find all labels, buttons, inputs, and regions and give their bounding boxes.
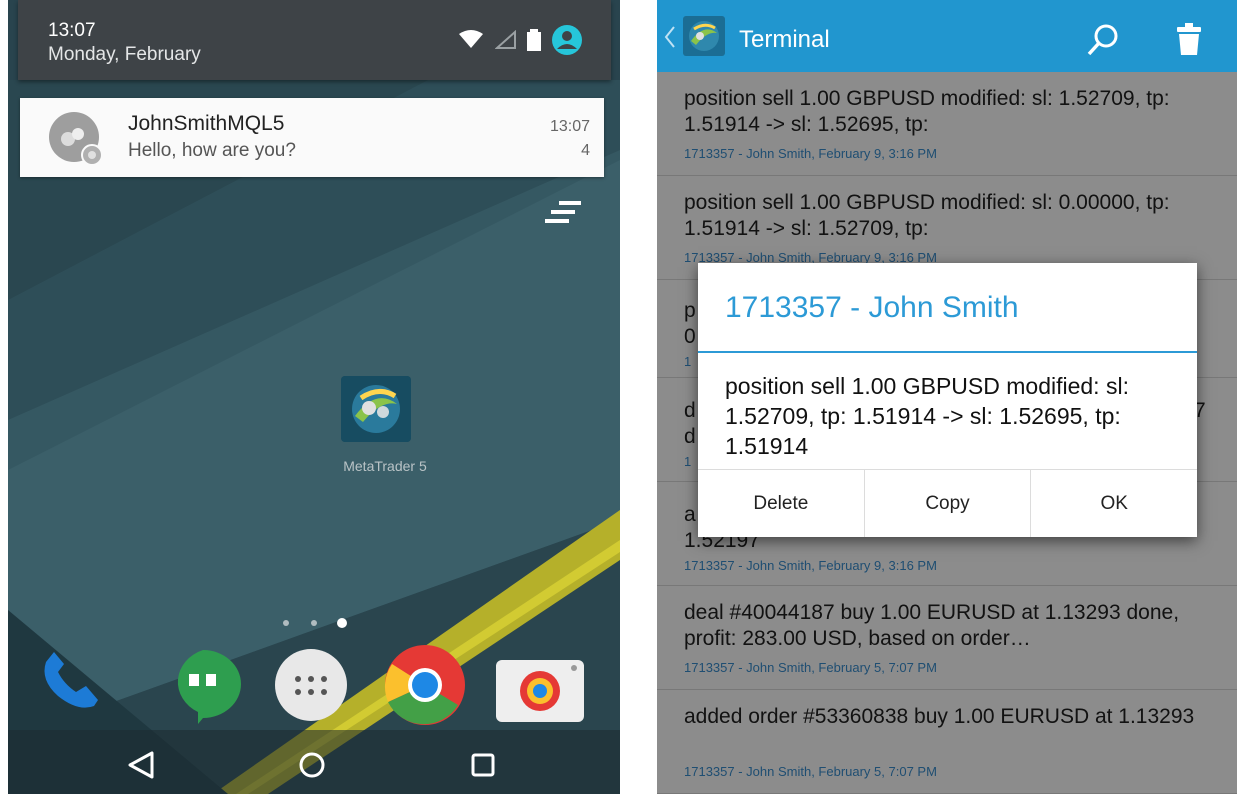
navigation-bar — [8, 730, 620, 794]
app-dock — [44, 645, 584, 725]
app-drawer-icon[interactable] — [275, 649, 347, 721]
dialog-divider — [698, 351, 1197, 353]
avatar — [49, 112, 103, 166]
message-notification[interactable]: JohnSmithMQL5 Hello, how are you? 13:07 … — [20, 98, 604, 177]
dialog-button-row: Delete Copy OK — [698, 469, 1197, 537]
metatrader-app-shortcut[interactable]: MetaTrader 5 — [326, 376, 440, 476]
trash-icon[interactable] — [1175, 22, 1203, 56]
notification-sender: JohnSmithMQL5 — [128, 112, 285, 135]
dialog-title: 1713357 - John Smith — [725, 291, 1019, 324]
system-status-icons — [457, 24, 583, 56]
page-indicator — [283, 618, 347, 628]
camera-icon[interactable] — [496, 660, 584, 722]
phone-icon[interactable] — [44, 652, 99, 708]
screen-title: Terminal — [739, 26, 830, 53]
notification-message: Hello, how are you? — [128, 140, 296, 161]
chrome-icon[interactable] — [384, 645, 465, 725]
ok-button[interactable]: OK — [1031, 470, 1197, 537]
message-dialog: 1713357 - John Smith position sell 1.00 … — [698, 263, 1197, 537]
notification-time: 13:07 — [549, 118, 590, 135]
action-bar: Terminal — [657, 0, 1237, 72]
notification-count: 4 — [581, 142, 590, 159]
battery-icon — [527, 29, 541, 51]
metatrader-icon — [341, 376, 411, 442]
wifi-icon — [459, 30, 483, 48]
copy-button[interactable]: Copy — [865, 470, 1032, 537]
delete-button[interactable]: Delete — [698, 470, 865, 537]
metatrader-icon[interactable] — [683, 16, 725, 56]
account-icon[interactable] — [551, 24, 583, 56]
clock: 13:07 — [48, 20, 96, 41]
search-icon[interactable] — [1085, 22, 1121, 58]
notification-shade-header: 13:07 Monday, February — [18, 0, 611, 80]
clear-all-icon[interactable] — [541, 198, 585, 226]
date-label: Monday, February — [48, 44, 201, 65]
app-label: MetaTrader 5 — [343, 458, 427, 474]
back-arrow-icon[interactable] — [663, 24, 677, 50]
left-phone-screen: 13:07 Monday, February JohnSmithMQL5 Hel… — [8, 0, 620, 794]
right-phone-screen: Terminal position sell 1.00 GBPUSD modif… — [657, 0, 1237, 794]
dialog-message: position sell 1.00 GBPUSD modified: sl: … — [725, 373, 1129, 459]
signal-icon — [495, 30, 516, 49]
hangouts-icon[interactable] — [177, 650, 241, 724]
